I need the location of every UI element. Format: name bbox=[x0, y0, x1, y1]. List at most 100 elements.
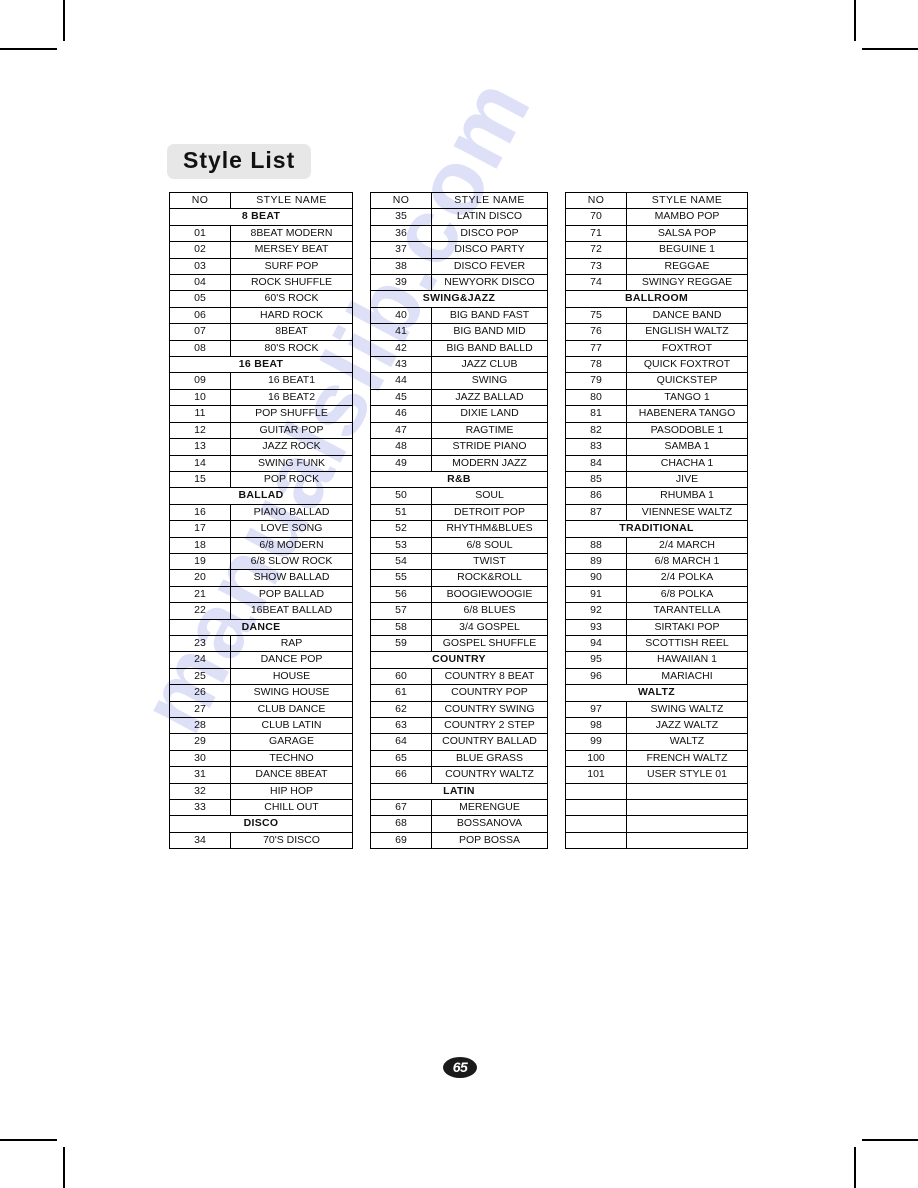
style-no: 34 bbox=[169, 831, 231, 850]
style-name: SWING FUNK bbox=[230, 454, 353, 472]
style-name: HABENERA TANGO bbox=[626, 405, 748, 423]
table-row: 98 JAZZ WALTZ bbox=[565, 716, 748, 735]
table-row: 28 CLUB LATIN bbox=[169, 716, 353, 735]
style-no: 39 bbox=[370, 274, 432, 292]
table-row: 71 SALSA POP bbox=[565, 224, 748, 243]
table-row: 80 TANGO 1 bbox=[565, 388, 748, 407]
column-header-no: NO bbox=[565, 191, 627, 210]
style-no: 69 bbox=[370, 831, 432, 850]
style-name: 8BEAT MODERN bbox=[230, 224, 353, 243]
style-no: 100 bbox=[565, 749, 627, 768]
style-name: SIRTAKI POP bbox=[626, 618, 748, 636]
style-name: 6/8 MARCH 1 bbox=[626, 552, 748, 571]
style-category-label: SWING&JAZZ bbox=[370, 290, 548, 308]
style-no: 73 bbox=[565, 257, 627, 276]
style-category-row: COUNTRY bbox=[370, 651, 548, 669]
crop-mark-top-left-vertical bbox=[63, 0, 65, 41]
style-name: SWING bbox=[431, 372, 548, 390]
table-row: 19 6/8 SLOW ROCK bbox=[169, 552, 353, 571]
table-row: 42 BIG BAND BALLD bbox=[370, 339, 548, 358]
style-no: 96 bbox=[565, 667, 627, 686]
style-category-label: LATIN bbox=[370, 782, 548, 801]
style-name: TECHNO bbox=[230, 749, 353, 768]
style-name: TWIST bbox=[431, 552, 548, 571]
table-row: 78 QUICK FOXTROT bbox=[565, 356, 748, 374]
style-no-empty bbox=[565, 799, 627, 817]
style-table-body-1: NO STYLE NAME 8 BEAT 01 8BEAT MODERN 02 MERSEY… bbox=[169, 191, 353, 850]
style-category-row: SWING&JAZZ bbox=[370, 290, 548, 308]
table-row: 48 STRIDE PIANO bbox=[370, 438, 548, 456]
style-name: STRIDE PIANO bbox=[431, 438, 548, 456]
style-no-empty bbox=[565, 815, 627, 833]
style-name: RHUMBA 1 bbox=[626, 487, 748, 505]
style-no: 68 bbox=[370, 815, 432, 833]
crop-mark-bottom-right-horizontal bbox=[862, 1139, 918, 1141]
style-name: DANCE POP bbox=[230, 651, 353, 669]
style-name: GUITAR POP bbox=[230, 421, 353, 440]
style-name-empty bbox=[626, 782, 748, 801]
table-row: 68 BOSSANOVA bbox=[370, 815, 548, 833]
style-no: 32 bbox=[169, 782, 231, 801]
table-row: 55 ROCK&ROLL bbox=[370, 569, 548, 587]
style-no: 30 bbox=[169, 749, 231, 768]
style-no: 06 bbox=[169, 306, 231, 325]
style-no: 101 bbox=[565, 766, 627, 784]
style-no: 78 bbox=[565, 356, 627, 374]
style-name: SOUL bbox=[431, 487, 548, 505]
table-row: 74 SWINGY REGGAE bbox=[565, 274, 748, 292]
style-no: 88 bbox=[565, 536, 627, 554]
style-no: 31 bbox=[169, 766, 231, 784]
style-category-row: DANCE bbox=[169, 618, 353, 636]
style-name: FRENCH WALTZ bbox=[626, 749, 748, 768]
style-name: CLUB DANCE bbox=[230, 700, 353, 719]
style-name: 16 BEAT2 bbox=[230, 388, 353, 407]
table-row: 101 USER STYLE 01 bbox=[565, 766, 748, 784]
style-no-empty bbox=[565, 831, 627, 850]
style-no: 11 bbox=[169, 405, 231, 423]
style-no: 15 bbox=[169, 470, 231, 489]
style-name-empty bbox=[626, 799, 748, 817]
style-no: 77 bbox=[565, 339, 627, 358]
table-row: 44 SWING bbox=[370, 372, 548, 390]
style-no: 97 bbox=[565, 700, 627, 719]
style-category-label: BALLAD bbox=[169, 487, 353, 505]
style-no: 58 bbox=[370, 618, 432, 636]
style-name: MERENGUE bbox=[431, 799, 548, 817]
style-name: CLUB LATIN bbox=[230, 716, 353, 735]
table-row: 08 80'S ROCK bbox=[169, 339, 353, 358]
style-empty-row bbox=[565, 782, 748, 801]
table-row: 30 TECHNO bbox=[169, 749, 353, 768]
style-name: 70'S DISCO bbox=[230, 831, 353, 850]
style-name: POP SHUFFLE bbox=[230, 405, 353, 423]
style-name: COUNTRY WALTZ bbox=[431, 766, 548, 784]
table-row: 86 RHUMBA 1 bbox=[565, 487, 748, 505]
style-name: JAZZ WALTZ bbox=[626, 716, 748, 735]
table-header-row: NO STYLE NAME bbox=[370, 191, 548, 210]
table-row: 91 6/8 POLKA bbox=[565, 585, 748, 604]
column-header-no: NO bbox=[169, 191, 231, 210]
table-row: 57 6/8 BLUES bbox=[370, 602, 548, 620]
table-row: 29 GARAGE bbox=[169, 733, 353, 751]
style-name: SCOTTISH REEL bbox=[626, 634, 748, 653]
style-name: COUNTRY POP bbox=[431, 684, 548, 702]
style-name: CHILL OUT bbox=[230, 799, 353, 817]
style-name: 6/8 POLKA bbox=[626, 585, 748, 604]
table-row: 34 70'S DISCO bbox=[169, 831, 353, 850]
table-row: 96 MARIACHI bbox=[565, 667, 748, 686]
table-row: 87 VIENNESE WALTZ bbox=[565, 503, 748, 522]
table-row: 73 REGGAE bbox=[565, 257, 748, 276]
style-name: RAGTIME bbox=[431, 421, 548, 440]
style-no: 64 bbox=[370, 733, 432, 751]
style-no: 83 bbox=[565, 438, 627, 456]
style-no: 72 bbox=[565, 241, 627, 259]
style-name: POP BALLAD bbox=[230, 585, 353, 604]
table-row: 18 6/8 MODERN bbox=[169, 536, 353, 554]
style-no: 45 bbox=[370, 388, 432, 407]
style-no: 20 bbox=[169, 569, 231, 587]
table-row: 59 GOSPEL SHUFFLE bbox=[370, 634, 548, 653]
style-name: DISCO POP bbox=[431, 224, 548, 243]
table-row: 97 SWING WALTZ bbox=[565, 700, 748, 719]
table-row: 43 JAZZ CLUB bbox=[370, 356, 548, 374]
table-row: 33 CHILL OUT bbox=[169, 799, 353, 817]
style-no: 91 bbox=[565, 585, 627, 604]
